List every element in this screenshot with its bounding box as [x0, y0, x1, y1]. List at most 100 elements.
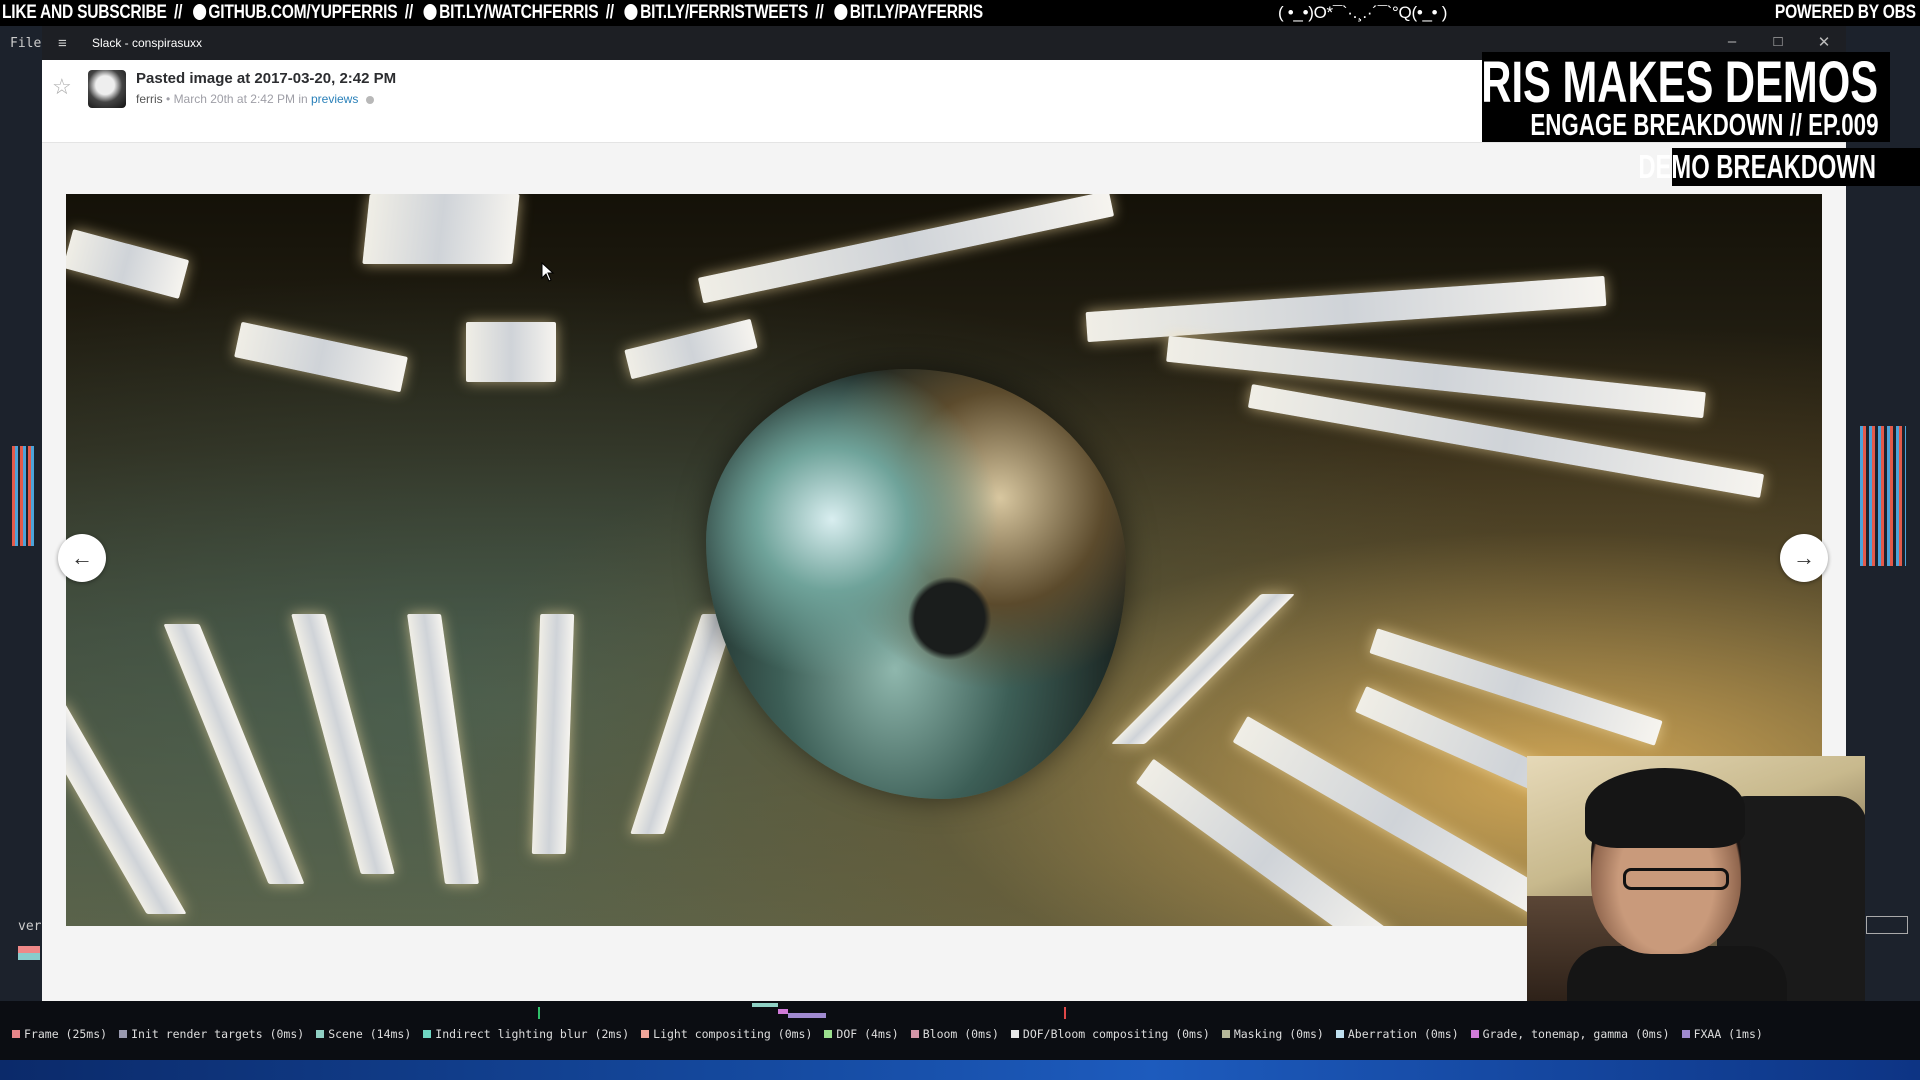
light-slat: [1232, 716, 1560, 922]
twitch-icon: [423, 4, 437, 20]
avatar[interactable]: [88, 70, 126, 108]
input-box[interactable]: [1866, 916, 1908, 934]
legend-swatch: [119, 1030, 128, 1038]
banner-patreon: BIT.LY/PAYFERRIS: [849, 2, 983, 23]
profiler-timing-item: Bloom (0ms): [910, 1027, 999, 1041]
patreon-icon: [834, 4, 848, 20]
profiler-timing-item: Light compositing (0ms): [641, 1027, 812, 1041]
profiler-timing-label: Bloom (0ms): [922, 1027, 999, 1041]
close-icon[interactable]: ✕: [1814, 33, 1834, 51]
arrow-left-icon: ←: [71, 545, 93, 570]
graph-bar: [778, 1009, 788, 1014]
background-app-left: File ver: [0, 26, 44, 1026]
profiler-timings: Frame (25ms) Init render targets (0ms) Sce…: [12, 1027, 1775, 1041]
legend-swatch: [1335, 1030, 1344, 1038]
webcam-hair: [1585, 768, 1745, 848]
banner-github: GITHUB.COM/YUPFERRIS: [208, 2, 398, 23]
light-slat: [66, 229, 190, 299]
banner-emoticon: ( •_•)O*¯`·.¸.·´¯`°Q(•_• ): [1278, 3, 1448, 22]
next-image-button[interactable]: →: [1780, 534, 1828, 582]
maximize-icon[interactable]: □: [1768, 33, 1788, 50]
banner-subscribe: LIKE AND SUBSCRIBE: [2, 2, 167, 23]
banner-twitch: BIT.LY/WATCHFERRIS: [439, 2, 599, 23]
banner-twitter: BIT.LY/FERRISTWEETS: [640, 2, 809, 23]
profiler-timing-label: Aberration (0ms): [1347, 1027, 1459, 1041]
profiler-timing-item: Aberration (0ms): [1335, 1027, 1459, 1041]
light-slat: [531, 614, 575, 854]
profiler-timing-item: Grade, tonemap, gamma (0ms): [1470, 1027, 1670, 1041]
light-slat: [1111, 594, 1295, 744]
github-icon: [192, 4, 206, 20]
hamburger-menu-icon[interactable]: ≡: [58, 35, 67, 52]
channel-link[interactable]: previews: [311, 92, 358, 106]
light-slat: [163, 624, 305, 884]
legend-swatch: [423, 1030, 432, 1038]
stream-banner: LIKE AND SUBSCRIBE // GITHUB.COM/YUPFERR…: [0, 0, 1920, 26]
light-slat: [1085, 275, 1607, 343]
legend-swatch: [1010, 1030, 1019, 1038]
star-icon[interactable]: ☆: [52, 74, 72, 100]
light-slat: [234, 321, 408, 393]
profiler-timing-label: DOF/Bloom compositing (0ms): [1022, 1027, 1210, 1041]
profiler-timing-label: Init render targets (0ms): [131, 1027, 305, 1041]
banner-links: LIKE AND SUBSCRIBE // GITHUB.COM/YUPFERR…: [2, 0, 983, 26]
window-title: Slack - conspirasuxx: [92, 36, 203, 50]
legend-swatch: [910, 1030, 919, 1038]
prev-image-button[interactable]: ←: [58, 534, 106, 582]
webcam-feed: [1527, 756, 1865, 1008]
profiler-timing-item: DOF/Bloom compositing (0ms): [1010, 1027, 1210, 1041]
profiler-timing-label: Indirect lighting blur (2ms): [435, 1027, 630, 1041]
meta-bullet: •: [166, 92, 171, 106]
profiler-timing-item: FXAA (1ms): [1681, 1027, 1763, 1041]
light-slat: [697, 194, 1115, 304]
banner-separator: //: [404, 2, 413, 23]
graph-marker: [538, 1007, 540, 1019]
webcam-body: [1567, 946, 1787, 1008]
profiler-timing-item: DOF (4ms): [824, 1027, 899, 1041]
file-date: March 20th at 2:42 PM: [173, 92, 295, 106]
segment-overlay: DEMO BREAKDOWN: [1638, 148, 1920, 186]
profiler-timing-item: Frame (25ms): [12, 1027, 107, 1041]
banner-separator: //: [605, 2, 614, 23]
legend-swatch: [1681, 1030, 1690, 1038]
audio-meter: [12, 446, 34, 546]
file-author[interactable]: ferris: [136, 92, 163, 106]
show-title: FERRIS MAKES DEMOS: [1397, 50, 1878, 115]
banner-separator: //: [174, 2, 183, 23]
webcam-glasses: [1623, 868, 1729, 890]
graph-marker: [1064, 1007, 1066, 1019]
banner-separator: //: [815, 2, 824, 23]
legend-swatch: [316, 1030, 325, 1038]
channel-status-icon: [365, 96, 374, 104]
light-slat: [362, 194, 520, 264]
file-menu[interactable]: File: [10, 36, 41, 51]
legend-swatch: [824, 1030, 833, 1038]
stream-title-overlay: FERRIS MAKES DEMOS ENGAGE BREAKDOWN // E…: [1398, 52, 1890, 142]
arrow-right-icon: →: [1793, 545, 1815, 570]
light-slat: [291, 614, 395, 874]
profiler-timing-label: Grade, tonemap, gamma (0ms): [1482, 1027, 1670, 1041]
legend-swatch: [1470, 1030, 1479, 1038]
segment-title: DEMO BREAKDOWN: [1638, 148, 1876, 185]
profiler-panel: Frame (25ms) Init render targets (0ms) Sce…: [0, 1001, 1920, 1060]
light-slat: [630, 614, 736, 834]
profiler-timing-label: Scene (14ms): [328, 1027, 412, 1041]
episode-title: ENGAGE BREAKDOWN // EP.009: [1529, 107, 1878, 142]
profiler-timing-item: Masking (0ms): [1221, 1027, 1324, 1041]
profiler-timing-label: Frame (25ms): [24, 1027, 108, 1041]
profiler-timing-item: Scene (14ms): [316, 1027, 411, 1041]
profiler-timing-item: Init render targets (0ms): [119, 1027, 304, 1041]
mouse-cursor-icon: [541, 261, 555, 287]
taskbar: [0, 1060, 1920, 1080]
color-swatch: [18, 946, 40, 960]
profiler-graph: [500, 1003, 1100, 1019]
banner-powered-by: POWERED BY OBS: [1775, 2, 1916, 23]
meta-in: in: [298, 92, 308, 106]
version-label: ver: [18, 919, 42, 934]
profiler-timing-item: Indirect lighting blur (2ms): [423, 1027, 629, 1041]
audio-meter: [1860, 426, 1906, 566]
light-slat: [407, 614, 479, 884]
graph-bar: [752, 1003, 778, 1007]
minimize-icon[interactable]: –: [1722, 33, 1742, 50]
legend-swatch: [1221, 1030, 1230, 1038]
